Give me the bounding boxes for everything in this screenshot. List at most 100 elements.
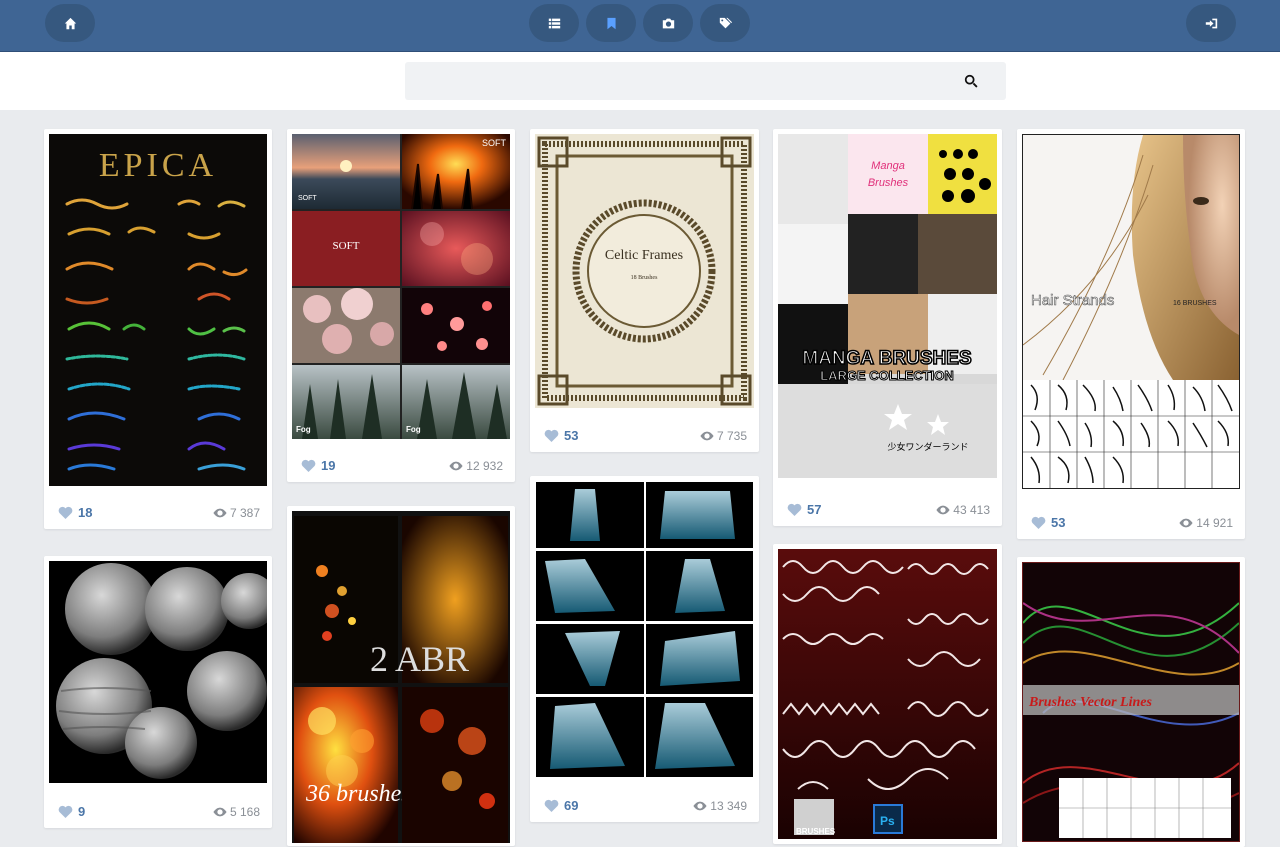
card-stats: 18 7 387 [44, 499, 272, 529]
svg-text:Manga: Manga [871, 160, 905, 172]
heart-icon [58, 506, 73, 519]
like-button[interactable]: 19 [301, 458, 335, 473]
like-button[interactable]: 18 [58, 505, 92, 520]
card-title-art: SOFT [298, 195, 317, 202]
svg-text:Ps: Ps [880, 814, 895, 828]
likes-count: 69 [564, 798, 579, 813]
views-count: 5 168 [229, 805, 260, 819]
svg-text:Brushes: Brushes [868, 177, 909, 189]
views-counter: 7 387 [213, 506, 260, 520]
brush-preview-image: Manga Brushes MANGA BRUSHES LARGE COLLEC… [778, 134, 997, 478]
brush-card[interactable]: Manga Brushes MANGA BRUSHES LARGE COLLEC… [773, 129, 1002, 526]
brush-preview-image: Brushes Vector Lines [1023, 602, 1239, 838]
eye-icon [700, 431, 714, 441]
like-button[interactable]: 53 [1031, 515, 1065, 530]
views-counter: 14 921 [1179, 516, 1233, 530]
card-thumbnail[interactable]: Celtic Frames 18 Brushes [535, 134, 754, 408]
likes-count: 53 [1051, 515, 1066, 530]
card-title-art: BRUSHES [796, 827, 836, 836]
card-thumbnail[interactable] [49, 561, 267, 783]
svg-text:Fog: Fog [296, 425, 311, 434]
camera-icon [662, 18, 674, 28]
brush-card[interactable]: Hair Strands 16 BRUSHES 53 14 921 [1017, 129, 1245, 539]
brush-card[interactable]: BRUSHES Ps [773, 544, 1002, 844]
tags-button[interactable] [700, 4, 750, 42]
svg-text:Fog: Fog [406, 425, 421, 434]
home-button[interactable] [45, 4, 95, 42]
eye-icon [213, 807, 227, 817]
brush-card[interactable]: SOFT SOFT SOFT Fog Fog 19 12 932 [287, 129, 515, 482]
card-title-art: Brushes Vector Lines [1028, 695, 1152, 710]
views-counter: 43 413 [936, 503, 990, 517]
heart-icon [787, 503, 802, 516]
brush-card[interactable]: 69 13 349 [530, 476, 759, 822]
card-stats: 69 13 349 [530, 792, 759, 822]
bookmark-button[interactable] [586, 4, 636, 42]
eye-icon [693, 801, 707, 811]
card-thumbnail[interactable]: 2 ABR 36 brushes [292, 511, 510, 843]
views-count: 12 932 [466, 459, 503, 473]
brush-preview-image: SOFT SOFT SOFT Fog Fog [292, 134, 510, 439]
search-icon[interactable] [964, 74, 978, 88]
views-counter: 7 735 [700, 429, 747, 443]
card-subtitle-art: 16 BRUSHES [1173, 300, 1217, 307]
views-counter: 5 168 [213, 805, 260, 819]
views-counter: 13 349 [693, 799, 747, 813]
brush-preview-image: 2 ABR 36 brushes [294, 516, 508, 843]
brush-card[interactable]: Celtic Frames 18 Brushes 53 7 735 [530, 129, 759, 452]
brush-card[interactable]: EPICA 18 7 387 [44, 129, 272, 529]
card-thumbnail[interactable]: Brushes Vector Lines [1022, 562, 1240, 842]
heart-icon [301, 459, 316, 472]
card-thumbnail[interactable]: EPICA [49, 134, 267, 486]
svg-text:SOFT: SOFT [333, 240, 360, 252]
svg-text:少女ワンダーランド: 少女ワンダーランド [887, 441, 968, 452]
views-count: 14 921 [1196, 516, 1233, 530]
likes-count: 19 [321, 458, 336, 473]
likes-count: 18 [78, 505, 93, 520]
likes-count: 57 [807, 502, 822, 517]
eye-icon [1179, 518, 1193, 528]
card-thumbnail[interactable] [535, 481, 754, 778]
search-input[interactable] [405, 62, 969, 100]
likes-count: 9 [78, 804, 86, 819]
card-subtitle-art: LARGE COLLECTION [820, 368, 954, 383]
card-title-art: Hair Strands [1031, 292, 1114, 309]
list-button[interactable] [529, 4, 579, 42]
brush-card[interactable]: Brushes Vector Lines [1017, 557, 1245, 847]
bookmark-icon [606, 17, 616, 29]
like-button[interactable]: 9 [58, 804, 85, 819]
views-count: 43 413 [953, 503, 990, 517]
list-icon [548, 18, 560, 28]
brush-preview-image [536, 482, 753, 777]
eye-icon [936, 505, 950, 515]
views-count: 13 349 [710, 799, 747, 813]
camera-button[interactable] [643, 4, 693, 42]
brush-preview-image: Hair Strands 16 BRUSHES [1023, 135, 1239, 488]
svg-text:SOFT: SOFT [482, 138, 507, 148]
likes-count: 53 [564, 428, 579, 443]
heart-icon [58, 805, 73, 818]
card-stats: 53 14 921 [1017, 509, 1245, 539]
brush-card[interactable]: 9 5 168 [44, 556, 272, 828]
card-thumbnail[interactable]: Hair Strands 16 BRUSHES [1022, 134, 1240, 489]
top-navbar [0, 0, 1280, 52]
like-button[interactable]: 53 [544, 428, 578, 443]
card-stats: 57 43 413 [773, 496, 1002, 526]
like-button[interactable]: 69 [544, 798, 578, 813]
card-stats: 19 12 932 [287, 452, 515, 482]
card-subtitle-art: 36 brushes [305, 781, 411, 807]
card-stats: 53 7 735 [530, 422, 759, 452]
sign-in-icon [1205, 18, 1217, 28]
heart-icon [544, 799, 559, 812]
card-stats: 9 5 168 [44, 798, 272, 828]
search-band [0, 52, 1280, 110]
card-thumbnail[interactable]: SOFT SOFT SOFT Fog Fog [292, 134, 510, 439]
login-button[interactable] [1186, 4, 1236, 42]
tags-icon [719, 17, 732, 28]
card-thumbnail[interactable]: BRUSHES Ps [778, 549, 997, 839]
home-icon [64, 17, 76, 29]
like-button[interactable]: 57 [787, 502, 821, 517]
card-thumbnail[interactable]: Manga Brushes MANGA BRUSHES LARGE COLLEC… [778, 134, 997, 478]
brush-card[interactable]: 2 ABR 36 brushes [287, 506, 515, 846]
brush-preview-image: BRUSHES Ps [778, 549, 997, 839]
